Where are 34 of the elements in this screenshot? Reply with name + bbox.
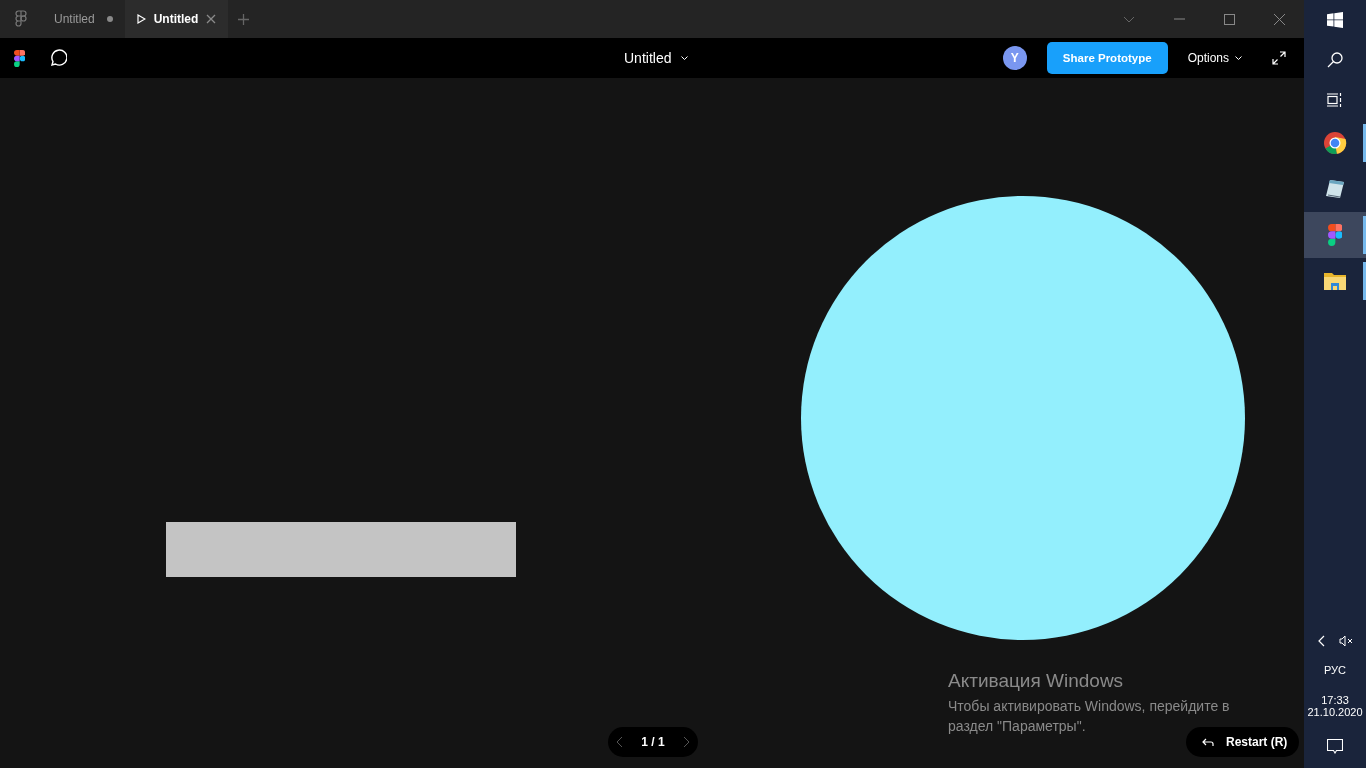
task-view-icon [1327, 93, 1343, 107]
return-arrow-icon [1202, 737, 1214, 747]
chrome-icon [1323, 131, 1347, 155]
expand-icon[interactable] [1272, 51, 1286, 65]
page-counter: 1 / 1 [641, 735, 665, 749]
clock-date[interactable]: 21.10.2020 [1307, 706, 1363, 718]
tab[interactable]: Untitled [42, 0, 125, 38]
options-menu[interactable]: Options [1181, 50, 1248, 66]
figma-logo-icon [1327, 224, 1343, 246]
clock-time[interactable]: 17:33 [1321, 694, 1349, 706]
figma-logo-icon [14, 49, 26, 67]
chevron-right-icon[interactable] [683, 736, 690, 748]
close-icon[interactable] [206, 14, 217, 24]
chevron-down-icon [1235, 56, 1242, 60]
figma-outline-icon[interactable] [15, 10, 27, 28]
minimize-icon [1173, 18, 1185, 20]
folder-icon [1323, 271, 1347, 291]
search-icon [1327, 52, 1343, 68]
speaker-muted-icon[interactable] [1338, 635, 1353, 647]
comment-icon[interactable] [49, 49, 68, 67]
play-icon [136, 14, 146, 24]
language-indicator[interactable]: РУС [1304, 656, 1366, 684]
tab[interactable]: Untitled [124, 0, 229, 38]
notification-icon [1327, 738, 1343, 754]
chevron-down-icon [1123, 15, 1135, 23]
maximize-icon [1223, 13, 1235, 25]
restart-button[interactable]: Restart (R) [1186, 727, 1300, 757]
chevron-down-icon [681, 56, 689, 60]
close-icon [1273, 13, 1285, 25]
file-title-menu[interactable]: Untitled [618, 38, 695, 78]
windows-icon [1327, 12, 1343, 28]
activation-title: Активация Windows [948, 670, 1125, 692]
add-tab-icon[interactable] [238, 13, 250, 25]
notepad-icon [1323, 177, 1347, 201]
